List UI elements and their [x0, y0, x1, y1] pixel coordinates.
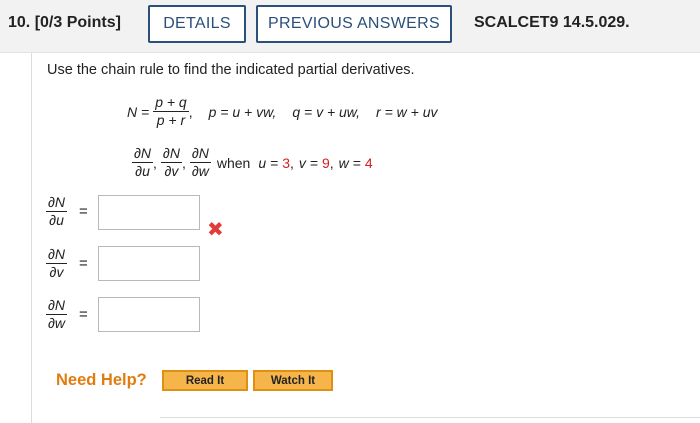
partials-condition: ∂N ∂u , ∂N ∂v , ∂N ∂w when u = 3, v = 9,…: [132, 145, 373, 180]
partial-den: ∂u: [135, 163, 150, 179]
partial-num: ∂N: [132, 145, 154, 163]
partial-n-u: ∂N ∂u: [132, 145, 154, 180]
answer-input-w[interactable]: [98, 297, 200, 332]
details-button[interactable]: DETAILS: [148, 5, 246, 43]
question-reference: SCALCET9 14.5.029.: [474, 14, 630, 31]
partial-num: ∂N: [46, 297, 68, 315]
need-help-label: Need Help?: [56, 371, 147, 389]
n-lhs: N =: [127, 103, 150, 120]
x-mark-icon: ✖: [207, 219, 224, 241]
answer-label-v: ∂N ∂v: [46, 246, 68, 281]
w-value: 4: [364, 154, 373, 171]
equals-sign: =: [79, 306, 88, 323]
partial-num: ∂N: [46, 246, 68, 264]
n-fraction: p + q p + r: [153, 94, 189, 129]
answer-label-w: ∂N ∂w: [46, 297, 68, 332]
partial-n-v: ∂N ∂v: [160, 145, 182, 180]
partial-num: ∂N: [189, 145, 211, 163]
question-header: 10. [0/3 Points] DETAILS PREVIOUS ANSWER…: [0, 0, 700, 53]
u-label: u =: [258, 154, 279, 171]
partial-den: ∂v: [164, 163, 179, 179]
n-numerator: p + q: [153, 94, 189, 112]
w-label: w =: [338, 154, 361, 171]
answer-row-v: ∂N ∂v =: [46, 246, 88, 281]
when-word: when: [216, 154, 251, 171]
answer-row-w: ∂N ∂w =: [46, 297, 88, 332]
partial-num: ∂N: [160, 145, 182, 163]
equals-sign: =: [79, 255, 88, 272]
partial-den: ∂w: [48, 315, 66, 331]
p-definition: p = u + vw,: [208, 103, 277, 120]
r-definition: r = w + uv: [376, 103, 438, 120]
u-value: 3: [282, 154, 290, 171]
question-points: 10. [0/3 Points]: [8, 14, 121, 31]
answer-input-u[interactable]: [98, 195, 200, 230]
definition-equation: N = p + q p + r , p = u + vw, q = v + uw…: [127, 94, 438, 129]
partial-num: ∂N: [46, 194, 68, 212]
v-value: 9: [321, 154, 330, 171]
q-definition: q = v + uw,: [292, 103, 361, 120]
watch-it-button[interactable]: Watch It: [253, 370, 333, 391]
partial-den: ∂v: [49, 264, 64, 280]
partial-den: ∂u: [49, 212, 64, 228]
answer-input-v[interactable]: [98, 246, 200, 281]
answer-row-u: ∂N ∂u =: [46, 194, 88, 229]
partial-den: ∂w: [191, 163, 209, 179]
answer-label-u: ∂N ∂u: [46, 194, 68, 229]
equals-sign: =: [79, 203, 88, 220]
partial-n-w: ∂N ∂w: [189, 145, 211, 180]
read-it-button[interactable]: Read It: [162, 370, 248, 391]
n-denominator: p + r: [156, 112, 186, 128]
previous-answers-button[interactable]: PREVIOUS ANSWERS: [256, 5, 452, 43]
instruction-text: Use the chain rule to find the indicated…: [47, 62, 415, 78]
v-label: v =: [298, 154, 318, 171]
divider: [160, 417, 700, 418]
